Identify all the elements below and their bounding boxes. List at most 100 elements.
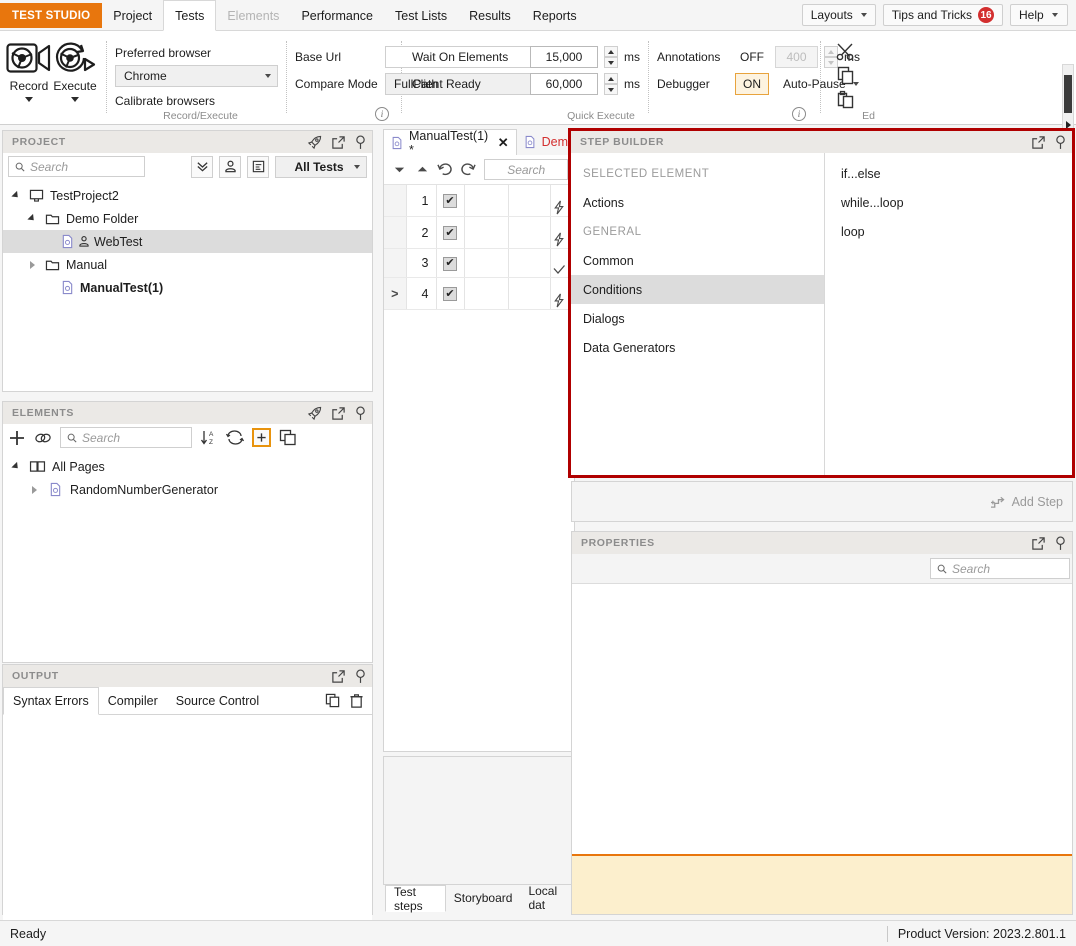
step-if-else[interactable]: if...else xyxy=(825,159,1072,188)
row-checkbox-cell[interactable]: ✔ xyxy=(436,248,465,278)
add-page-toggle-button[interactable] xyxy=(252,428,271,447)
collapse-all-button[interactable] xyxy=(191,155,213,178)
pin-icon[interactable] xyxy=(355,405,366,421)
category-conditions[interactable]: Conditions xyxy=(571,275,824,304)
info-icon[interactable]: i xyxy=(792,107,806,121)
tree-item-testproject2[interactable]: TestProject2 xyxy=(3,184,372,207)
row-expander[interactable] xyxy=(384,248,407,278)
move-down-icon[interactable] xyxy=(390,159,410,181)
tab-local-data[interactable]: Local dat xyxy=(520,884,575,912)
duplicate-icon[interactable] xyxy=(279,429,297,446)
calibrate-browsers-button[interactable]: Calibrate browsers xyxy=(115,94,278,108)
tab-syntax-errors[interactable]: Syntax Errors xyxy=(3,687,99,715)
menu-item-reports[interactable]: Reports xyxy=(522,0,588,31)
tab-source-control[interactable]: Source Control xyxy=(167,687,268,714)
properties-search-input[interactable]: Search xyxy=(930,558,1070,579)
row-expander[interactable] xyxy=(384,185,407,217)
row-checkbox[interactable]: ✔ xyxy=(443,226,457,241)
add-step-button[interactable]: Add Step xyxy=(990,495,1063,509)
table-row[interactable]: > 4 ✔ xyxy=(384,277,574,310)
menu-item-results[interactable]: Results xyxy=(458,0,522,31)
row-checkbox[interactable]: ✔ xyxy=(443,287,457,302)
layouts-button[interactable]: Layouts xyxy=(801,4,876,26)
add-element-icon[interactable] xyxy=(8,429,26,447)
close-icon[interactable]: ✕ xyxy=(498,135,509,151)
info-icon[interactable]: i xyxy=(375,107,389,121)
tree-item-manualtest1[interactable]: ManualTest(1) xyxy=(3,276,372,299)
wait-on-elements-input[interactable]: 15,000 xyxy=(530,46,598,68)
tree-item-randomnumbergenerator[interactable]: RandomNumberGenerator xyxy=(3,478,372,501)
copy-icon[interactable] xyxy=(325,693,341,708)
client-ready-input[interactable]: 60,000 xyxy=(530,73,598,95)
wait-on-elements-stepper[interactable] xyxy=(604,46,618,68)
row-checkbox[interactable]: ✔ xyxy=(443,256,457,271)
tree-item-all-pages[interactable]: All Pages xyxy=(3,455,372,478)
menu-item-elements[interactable]: Elements xyxy=(216,0,290,31)
test-steps-search-input[interactable]: Search xyxy=(484,159,568,180)
redo-icon[interactable] xyxy=(458,159,478,181)
rocket-icon[interactable] xyxy=(307,406,322,421)
pin-icon[interactable] xyxy=(355,134,366,150)
menu-item-project[interactable]: Project xyxy=(102,0,163,31)
category-dialogs[interactable]: Dialogs xyxy=(571,304,824,333)
execute-dropdown-icon[interactable] xyxy=(71,97,79,102)
row-checkbox-cell[interactable]: ✔ xyxy=(436,216,465,249)
row-checkbox-cell[interactable]: ✔ xyxy=(436,277,465,310)
category-actions[interactable]: Actions xyxy=(571,188,824,217)
tab-compiler[interactable]: Compiler xyxy=(99,687,167,714)
client-ready-stepper[interactable] xyxy=(604,73,618,95)
move-up-icon[interactable] xyxy=(413,159,433,181)
twisty-open-icon[interactable] xyxy=(9,190,23,201)
open-external-icon[interactable] xyxy=(331,135,346,150)
pin-icon[interactable] xyxy=(355,668,366,684)
undo-icon[interactable] xyxy=(435,159,455,181)
pin-icon[interactable] xyxy=(1055,535,1066,551)
row-expander[interactable] xyxy=(384,216,407,249)
row-expander[interactable]: > xyxy=(384,277,407,310)
open-external-icon[interactable] xyxy=(1031,536,1046,551)
tree-item-webtest[interactable]: WebTest xyxy=(3,230,372,253)
help-button[interactable]: Help xyxy=(1010,4,1068,26)
elements-search-input[interactable]: Search xyxy=(60,427,192,448)
link-icon[interactable] xyxy=(34,431,52,445)
annotations-delay-input[interactable]: 400 xyxy=(775,46,818,68)
menu-item-tests[interactable]: Tests xyxy=(163,0,217,31)
document-tab-dem[interactable]: Dem xyxy=(517,129,575,155)
twisty-closed-icon[interactable] xyxy=(27,485,41,494)
ribbon-scrollbar-thumb[interactable] xyxy=(1064,75,1072,113)
open-external-icon[interactable] xyxy=(331,406,346,421)
tree-item-demo-folder[interactable]: Demo Folder xyxy=(3,207,372,230)
step-loop[interactable]: loop xyxy=(825,217,1072,246)
table-row[interactable]: 3 ✔ xyxy=(384,248,574,278)
assign-user-button[interactable] xyxy=(219,155,241,178)
twisty-open-icon[interactable] xyxy=(25,213,39,224)
preferred-browser-select[interactable]: Chrome xyxy=(115,65,278,87)
paste-icon[interactable] xyxy=(836,90,856,109)
tips-and-tricks-button[interactable]: Tips and Tricks 16 xyxy=(882,4,1003,26)
details-view-button[interactable] xyxy=(247,155,269,178)
delete-icon[interactable] xyxy=(349,693,364,709)
annotations-toggle[interactable]: OFF xyxy=(735,50,769,64)
project-filter-select[interactable]: All Tests xyxy=(275,155,367,178)
copy-icon[interactable] xyxy=(836,66,856,85)
menu-item-performance[interactable]: Performance xyxy=(290,0,384,31)
table-row[interactable]: 2 ✔ xyxy=(384,216,574,249)
debugger-toggle[interactable]: ON xyxy=(735,73,769,95)
document-tab-manualtest1[interactable]: ManualTest(1) * ✕ xyxy=(383,129,517,157)
category-common[interactable]: Common xyxy=(571,246,824,275)
open-external-icon[interactable] xyxy=(331,669,346,684)
project-search-input[interactable]: Search xyxy=(8,156,145,177)
tab-storyboard[interactable]: Storyboard xyxy=(446,885,521,911)
pin-icon[interactable] xyxy=(1055,134,1066,150)
tree-item-manual[interactable]: Manual xyxy=(3,253,372,276)
record-dropdown-icon[interactable] xyxy=(25,97,33,102)
menu-item-test-lists[interactable]: Test Lists xyxy=(384,0,458,31)
sort-az-icon[interactable]: AZ xyxy=(200,429,218,446)
rocket-icon[interactable] xyxy=(307,135,322,150)
open-external-icon[interactable] xyxy=(1031,135,1046,150)
row-checkbox-cell[interactable]: ✔ xyxy=(436,185,465,217)
twisty-open-icon[interactable] xyxy=(9,461,23,472)
step-while-loop[interactable]: while...loop xyxy=(825,188,1072,217)
table-row[interactable]: 1 ✔ xyxy=(384,185,574,217)
row-checkbox[interactable]: ✔ xyxy=(443,194,457,209)
